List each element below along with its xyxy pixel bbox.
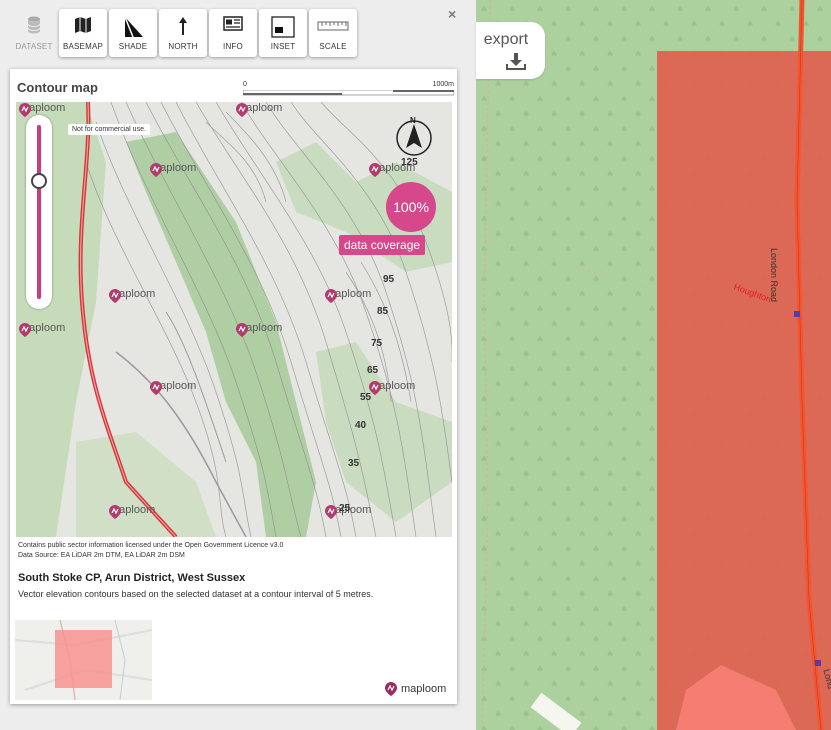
inset-label: INSET — [270, 42, 296, 51]
contour-map[interactable]: maploom maploom maploom maploom maploom … — [16, 102, 452, 537]
dataset-label: DATASET — [15, 42, 53, 51]
watermark: maploom — [18, 322, 65, 337]
database-icon — [10, 16, 58, 38]
north-arrow-icon — [159, 16, 207, 38]
contour-label: 40 — [355, 420, 367, 431]
commercial-use-notice: Not for commercial use. — [68, 124, 150, 135]
contour-label: 95 — [383, 274, 395, 285]
contour-label: 125 — [401, 157, 418, 168]
newspaper-icon — [209, 16, 257, 38]
export-label: export — [483, 31, 529, 48]
maploom-logo: maploom — [384, 681, 446, 697]
map-icon — [59, 16, 107, 38]
attribution-line-1: Contains public sector information licen… — [18, 542, 284, 549]
contour-label: 25 — [339, 503, 351, 514]
inset-button[interactable]: INSET — [259, 9, 307, 57]
info-button[interactable]: INFO — [209, 9, 257, 57]
info-label: INFO — [223, 42, 243, 51]
watermark: maploom — [235, 102, 282, 117]
contour-label: 55 — [360, 392, 372, 403]
contour-label: 85 — [377, 306, 389, 317]
watermark: maploom — [368, 380, 415, 395]
opacity-slider[interactable] — [26, 115, 52, 309]
contour-label: 35 — [348, 458, 360, 469]
watermark: maploom — [108, 288, 155, 303]
shade-label: SHADE — [118, 42, 148, 51]
watermark: maploom — [149, 162, 196, 177]
slider-track[interactable] — [37, 125, 41, 299]
data-coverage-label: data coverage — [339, 235, 426, 255]
inset-icon — [259, 16, 307, 38]
watermark: maploom — [18, 102, 65, 117]
north-label: NORTH — [168, 42, 198, 51]
scale-button[interactable]: SCALE — [309, 9, 357, 57]
close-icon[interactable]: × — [448, 6, 456, 22]
download-icon — [506, 53, 526, 70]
scale-end: 1000m — [432, 81, 454, 88]
coverage-percent-badge: 100% — [386, 182, 436, 232]
card-title: Contour map — [17, 80, 98, 95]
contour-label: 65 — [367, 365, 379, 376]
contour-label: 75 — [371, 338, 383, 349]
watermark: maploom — [324, 288, 371, 303]
basemap-button[interactable]: BASEMAP — [59, 9, 107, 57]
watermark: maploom — [235, 322, 282, 337]
shade-icon — [109, 16, 157, 38]
slider-knob[interactable] — [31, 173, 47, 189]
compass-north-icon: N — [394, 116, 434, 156]
north-letter: N — [410, 116, 416, 125]
scale-start: 0 — [243, 81, 247, 88]
brand-name: maploom — [401, 683, 447, 695]
export-button[interactable]: export — [476, 22, 545, 79]
scale-bar: 0 1000m — [243, 81, 454, 97]
shade-button[interactable]: SHADE — [109, 9, 157, 57]
scale-label: SCALE — [319, 42, 347, 51]
ruler-icon — [309, 16, 357, 38]
attribution: Contains public sector information licen… — [18, 541, 283, 561]
inset-map — [15, 620, 152, 700]
background-map[interactable]: ♠ ♠ London Road Lond Houghton — [476, 0, 831, 730]
contour-map-card: Contour map 0 1000m maploom maploom mapl… — [10, 69, 457, 704]
watermark: maploom — [149, 380, 196, 395]
attribution-line-2: Data Source: EA LiDAR 2m DTM, EA LiDAR 2… — [18, 552, 185, 559]
map-description: Vector elevation contours based on the s… — [18, 589, 374, 599]
watermark: maploom — [108, 504, 155, 519]
place-name: South Stoke CP, Arun District, West Suss… — [18, 572, 246, 584]
basemap-label: BASEMAP — [62, 42, 104, 51]
north-button[interactable]: NORTH — [159, 9, 207, 57]
dataset-button[interactable]: DATASET — [10, 9, 58, 57]
